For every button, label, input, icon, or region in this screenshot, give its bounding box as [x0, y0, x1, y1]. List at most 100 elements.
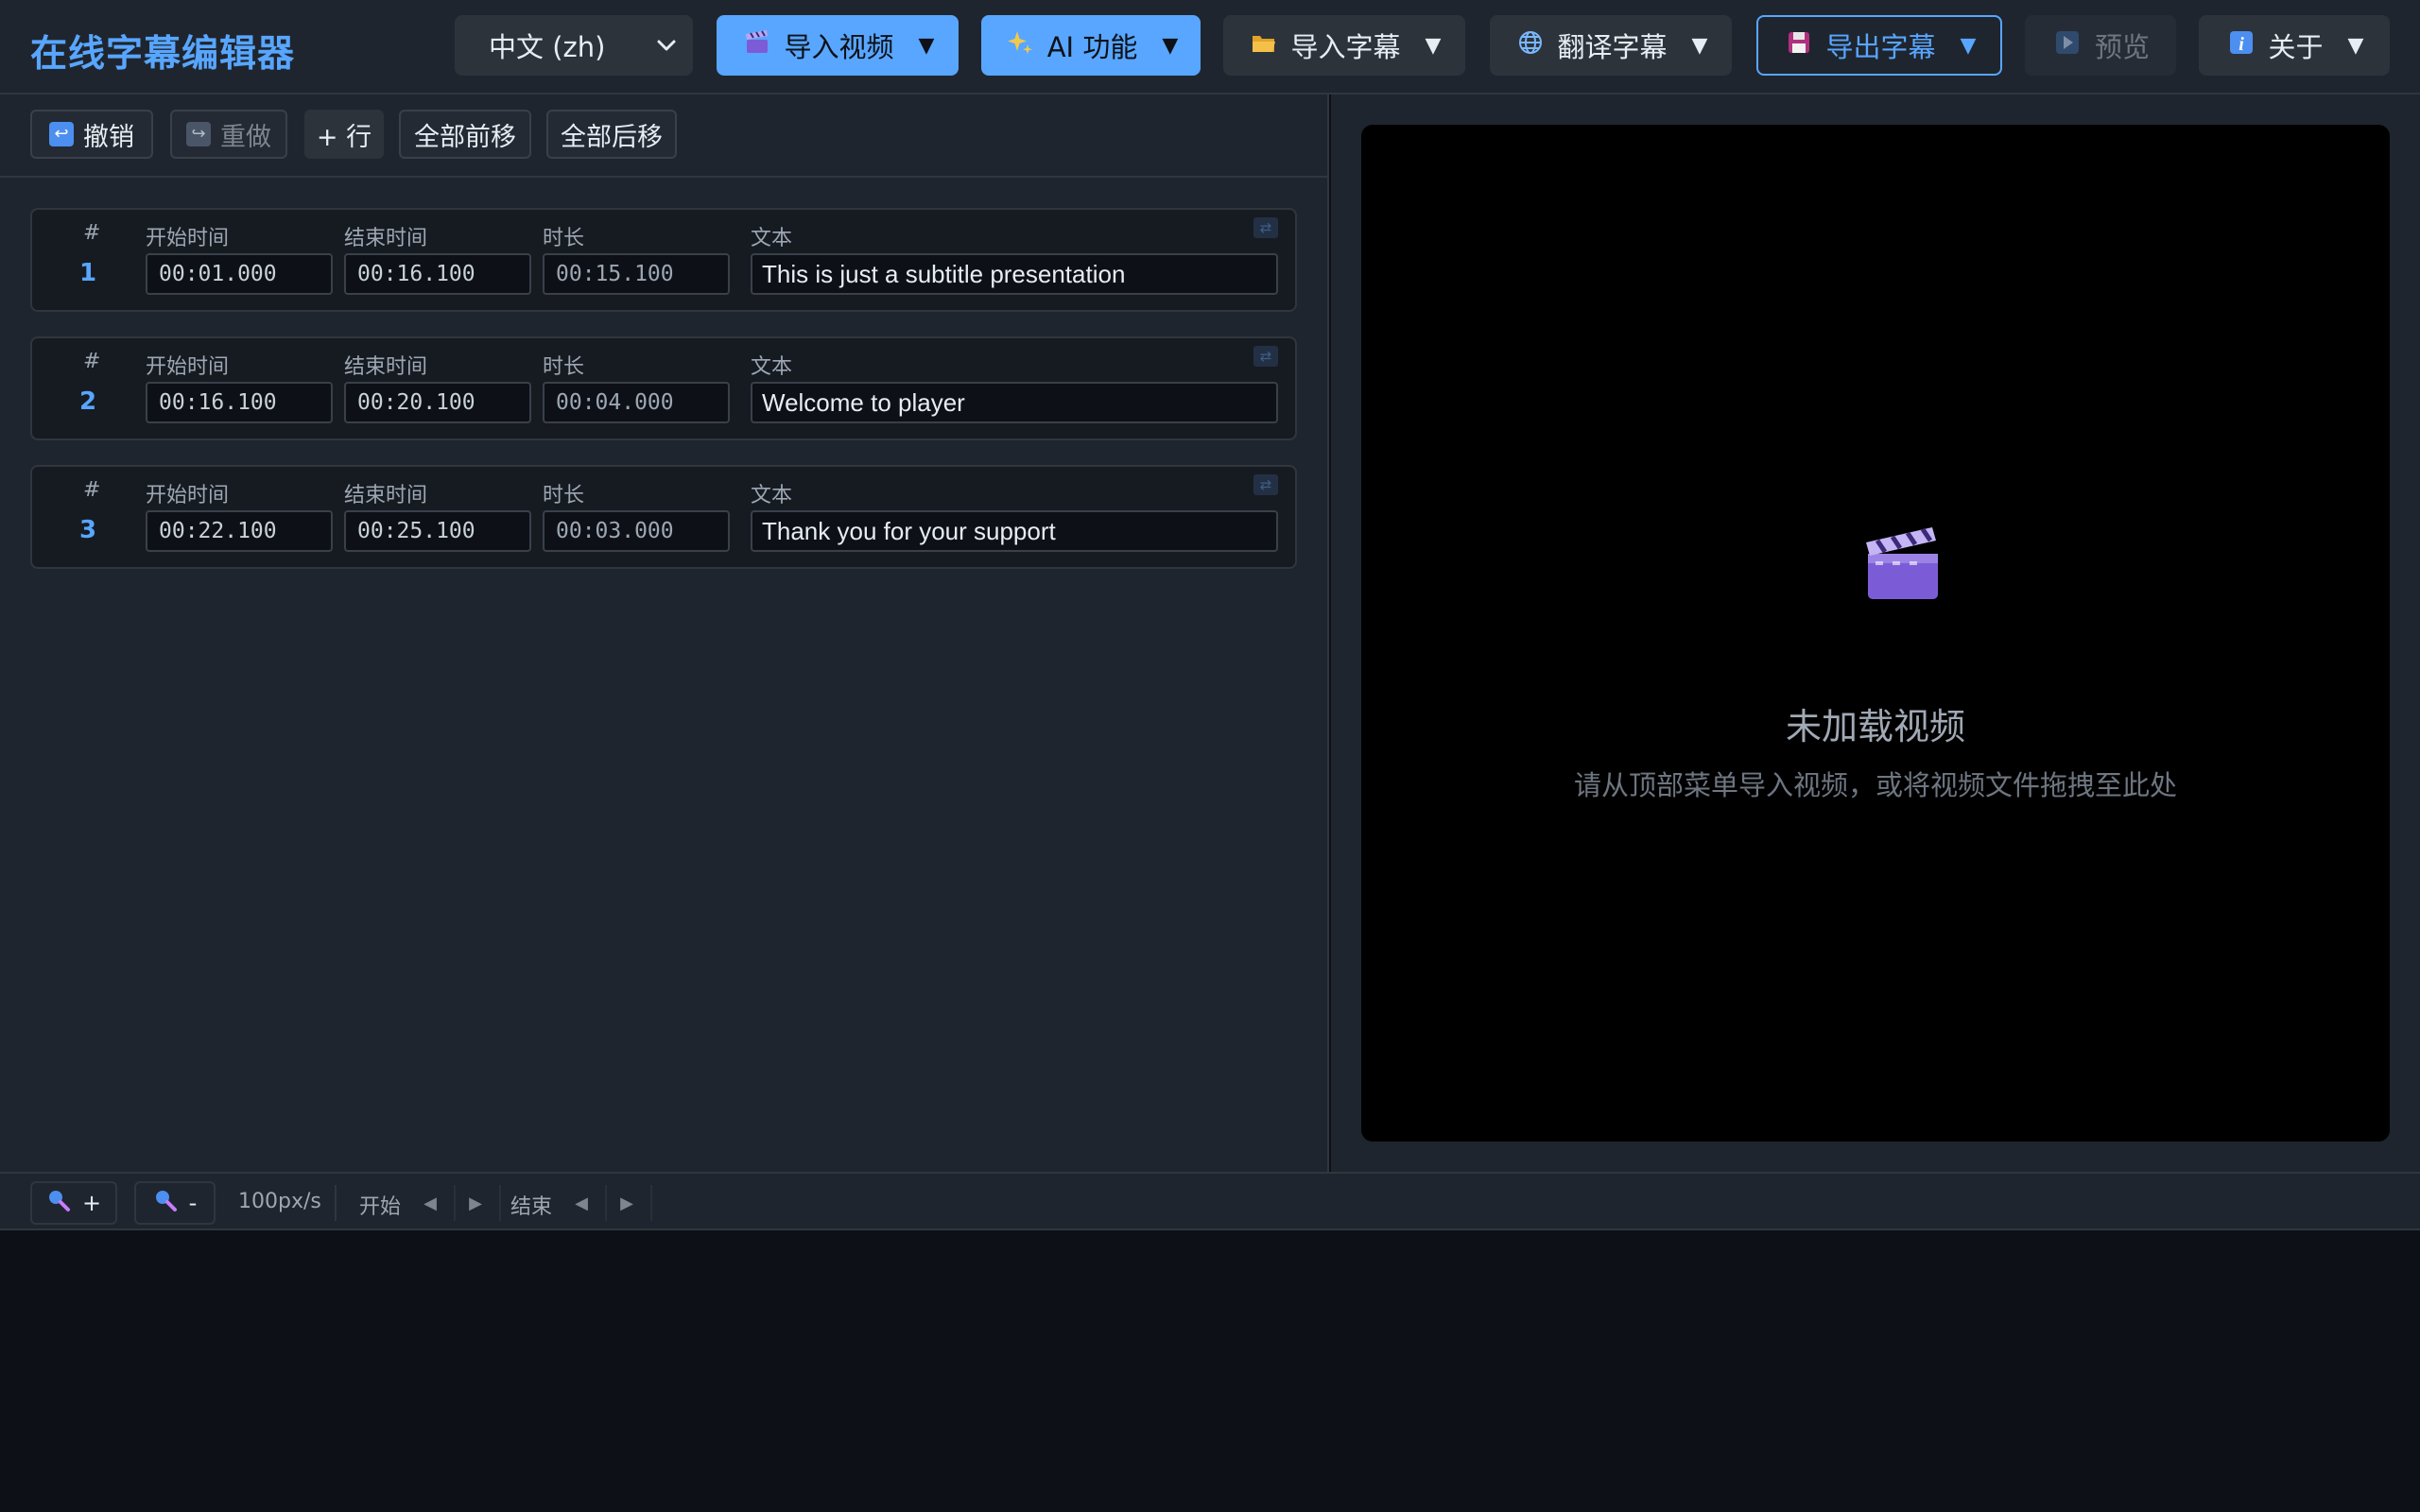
shift-all-earlier-button[interactable]: 全部前移 — [399, 110, 531, 159]
import-subtitles-button[interactable]: 导入字幕 ▼ — [1223, 15, 1465, 76]
caret-down-icon: ▼ — [1691, 33, 1708, 58]
row-action-icon[interactable]: ⇄ — [1253, 474, 1278, 495]
undo-button[interactable]: ↩ 撤销 — [30, 110, 153, 159]
divider — [499, 1185, 501, 1221]
end-nudge-right-icon[interactable]: ▶ — [611, 1187, 643, 1219]
shift-all-later-button[interactable]: 全部后移 — [546, 110, 677, 159]
magnifier-icon — [153, 1188, 178, 1218]
start-time-label: 开始时间 — [146, 355, 230, 379]
start-nudge-left-icon[interactable]: ◀ — [414, 1187, 446, 1219]
index-label: # — [83, 350, 101, 373]
start-time-label: 开始时间 — [146, 484, 230, 507]
language-select[interactable]: 中文 (zh) — [455, 15, 693, 76]
redo-icon: ↪ — [186, 122, 211, 146]
redo-button[interactable]: ↪ 重做 — [170, 110, 287, 159]
end-time-label: 结束时间 — [344, 355, 428, 379]
divider — [605, 1185, 607, 1221]
caret-down-icon: ▼ — [918, 33, 935, 58]
duration-label: 时长 — [543, 227, 585, 250]
duration-input[interactable] — [543, 253, 730, 295]
zoom-out-button[interactable]: - — [134, 1181, 216, 1225]
start-time-input[interactable] — [146, 510, 333, 552]
caret-down-icon: ▼ — [1960, 33, 1977, 58]
top-menu-bar: 在线字幕编辑器 中文 (zh) 导入视频 ▼ AI 功能 ▼ 导入字幕 ▼ 翻译… — [0, 0, 2420, 94]
translate-subtitles-button[interactable]: 翻译字幕 ▼ — [1490, 15, 1732, 76]
magnifier-icon — [46, 1188, 71, 1218]
start-nudge-right-icon[interactable]: ▶ — [459, 1187, 492, 1219]
clapper-board-icon — [1866, 527, 1938, 599]
end-time-input[interactable] — [344, 510, 531, 552]
import-video-label: 导入视频 — [784, 31, 894, 63]
about-button[interactable]: i 关于 ▼ — [2199, 15, 2390, 76]
subtitle-editor-app: 在线字幕编辑器 中文 (zh) 导入视频 ▼ AI 功能 ▼ 导入字幕 ▼ 翻译… — [0, 0, 2420, 1512]
duration-input[interactable] — [543, 510, 730, 552]
import-subtitles-label: 导入字幕 — [1290, 31, 1401, 63]
end-time-input[interactable] — [344, 382, 531, 423]
folder-icon — [1248, 28, 1280, 63]
video-drop-zone[interactable]: 未加载视频 请从顶部菜单导入视频，或将视频文件拖拽至此处 — [1361, 125, 2390, 1142]
subtitle-row: # 开始时间 结束时间 时长 文本 2 ⇄ — [30, 336, 1297, 440]
duration-input[interactable] — [543, 382, 730, 423]
export-subtitles-label: 导出字幕 — [1825, 31, 1936, 63]
no-video-hint: 请从顶部菜单导入视频，或将视频文件拖拽至此处 — [1573, 769, 2177, 801]
row-number: 2 — [79, 387, 97, 416]
subtitle-text-input[interactable] — [751, 253, 1278, 295]
row-action-icon[interactable]: ⇄ — [1253, 346, 1278, 367]
ai-features-button[interactable]: AI 功能 ▼ — [981, 15, 1201, 76]
end-time-label: 结束时间 — [344, 484, 428, 507]
undo-label: 撤销 — [83, 122, 134, 152]
shift-all-later-label: 全部后移 — [561, 122, 663, 152]
zoom-in-button[interactable]: + — [30, 1181, 117, 1225]
add-row-button[interactable]: + 行 — [304, 110, 384, 159]
divider — [454, 1185, 456, 1221]
caret-down-icon: ▼ — [2347, 33, 2364, 58]
edit-toolbar: ↩ 撤销 ↪ 重做 + 行 全部前移 全部后移 — [0, 94, 1327, 178]
start-time-input[interactable] — [146, 382, 333, 423]
export-subtitles-button[interactable]: 导出字幕 ▼ — [1756, 15, 2002, 76]
caret-down-icon: ▼ — [1425, 33, 1442, 58]
zoom-out-label: - — [188, 1190, 198, 1216]
import-video-button[interactable]: 导入视频 ▼ — [717, 15, 959, 76]
undo-icon: ↩ — [49, 122, 74, 146]
preview-label: 预览 — [2094, 31, 2150, 63]
subtitle-list-pane: ↩ 撤销 ↪ 重做 + 行 全部前移 全部后移 # 开始时间 结束时间 时长 文… — [0, 94, 1329, 1172]
redo-label: 重做 — [220, 122, 271, 152]
ai-features-label: AI 功能 — [1046, 31, 1138, 63]
about-label: 关于 — [2268, 31, 2324, 63]
clapper-icon — [741, 28, 773, 63]
index-label: # — [83, 221, 101, 245]
globe-icon — [1514, 28, 1547, 63]
end-time-label: 结束时间 — [344, 227, 428, 250]
subtitle-row: # 开始时间 结束时间 时长 文本 1 ⇄ — [30, 208, 1297, 312]
timeline-toolbar: + - 100px/s 开始 ◀ ▶ 结束 ◀ ▶ — [0, 1172, 2420, 1230]
app-title: 在线字幕编辑器 — [30, 33, 296, 76]
end-nudge-left-icon[interactable]: ◀ — [565, 1187, 597, 1219]
start-time-input[interactable] — [146, 253, 333, 295]
play-icon — [2051, 28, 2083, 63]
text-label: 文本 — [751, 355, 793, 379]
chevron-down-icon — [657, 40, 676, 51]
row-number: 3 — [79, 516, 97, 544]
caret-down-icon: ▼ — [1162, 33, 1179, 58]
zoom-scale-readout: 100px/s — [238, 1190, 321, 1213]
start-label: 开始 — [359, 1195, 402, 1219]
info-icon: i — [2225, 28, 2257, 63]
add-row-label: + 行 — [316, 122, 372, 152]
video-pane: 未加载视频 请从顶部菜单导入视频，或将视频文件拖拽至此处 — [1331, 94, 2420, 1172]
subtitle-text-input[interactable] — [751, 510, 1278, 552]
no-video-title: 未加载视频 — [1785, 706, 1965, 747]
text-label: 文本 — [751, 227, 793, 250]
subtitle-text-input[interactable] — [751, 382, 1278, 423]
divider — [335, 1185, 337, 1221]
end-label: 结束 — [510, 1195, 553, 1219]
preview-button[interactable]: 预览 — [2025, 15, 2176, 76]
sparkles-icon — [1004, 28, 1036, 63]
duration-label: 时长 — [543, 355, 585, 379]
row-action-icon[interactable]: ⇄ — [1253, 217, 1278, 238]
subtitle-row: # 开始时间 结束时间 时长 文本 3 ⇄ — [30, 465, 1297, 569]
svg-text:i: i — [2238, 34, 2244, 55]
end-time-input[interactable] — [344, 253, 531, 295]
duration-label: 时长 — [543, 484, 585, 507]
timeline-track-area[interactable] — [0, 1230, 2420, 1512]
zoom-in-label: + — [81, 1190, 102, 1216]
